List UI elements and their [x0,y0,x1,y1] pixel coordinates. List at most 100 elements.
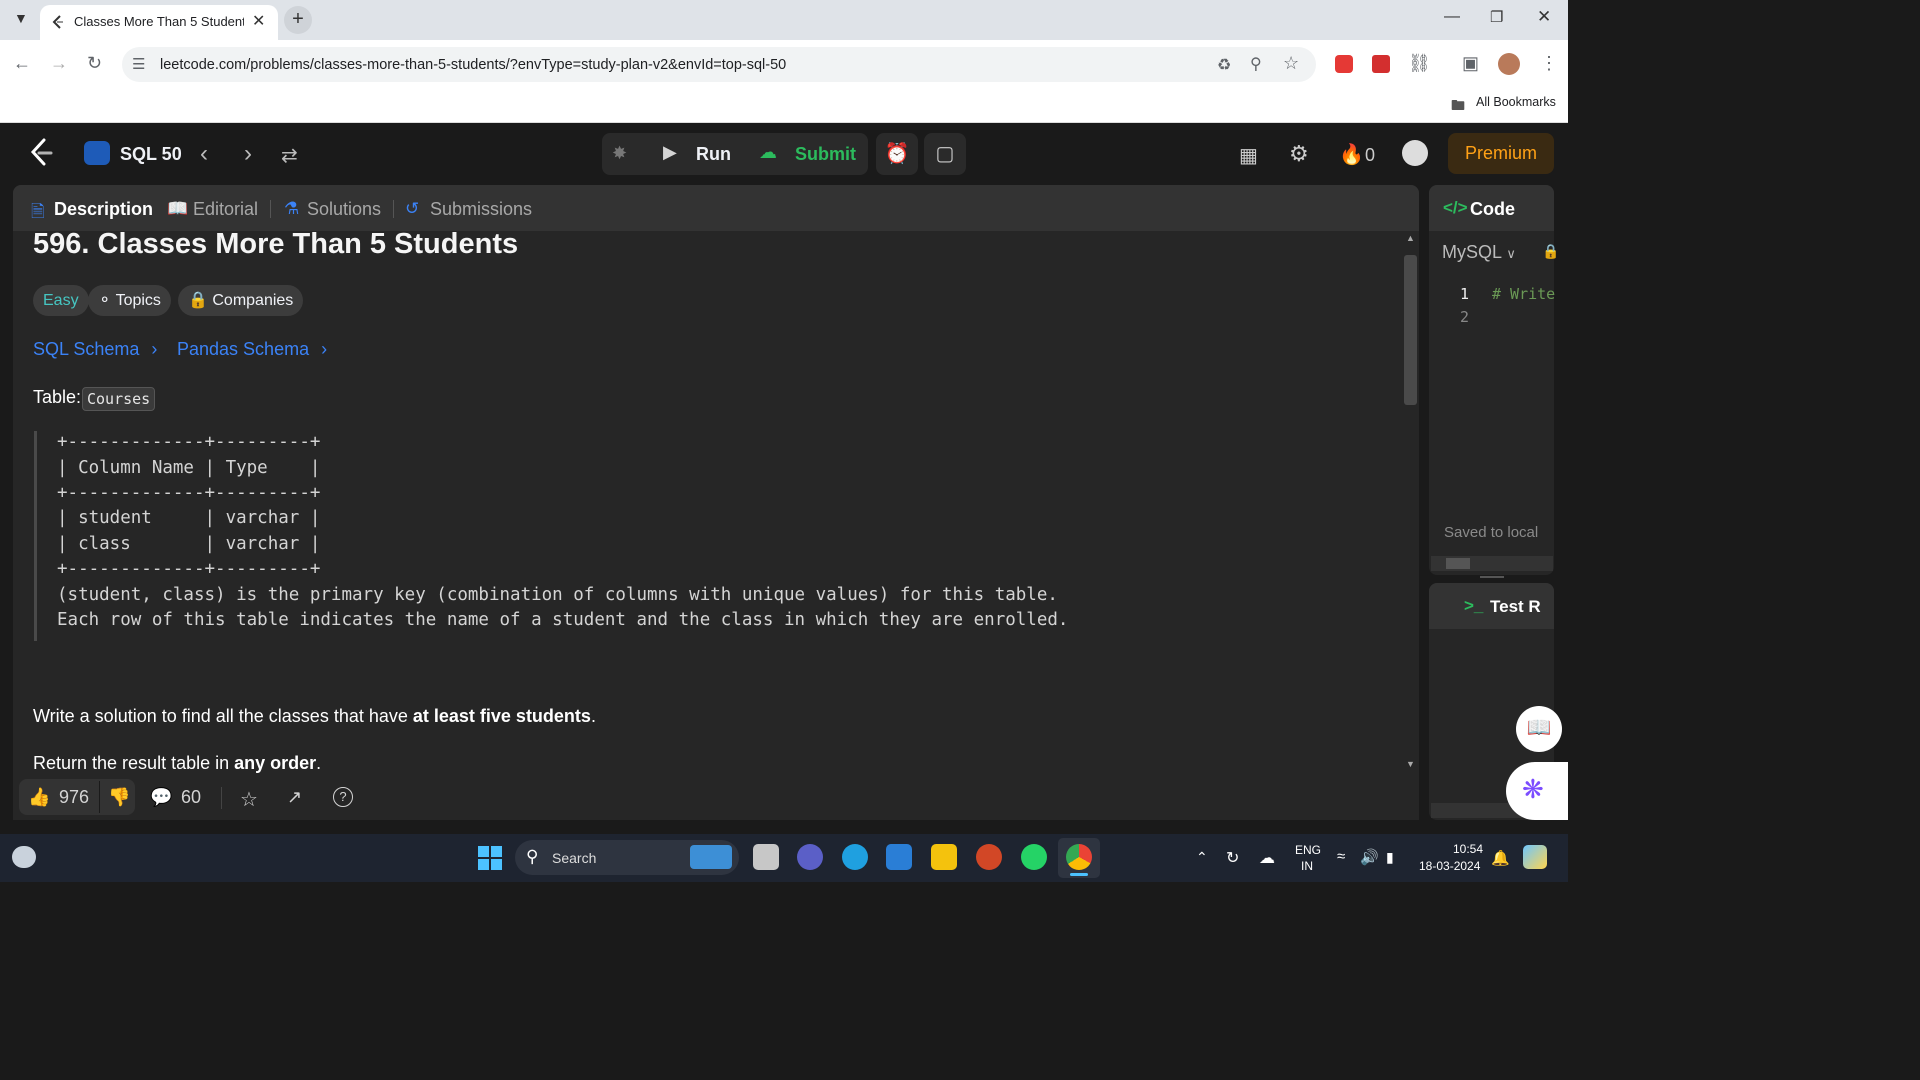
test-result-tab[interactable]: Test R [1490,597,1541,617]
topics-button[interactable]: ⚬ Topics [88,285,171,316]
favorite-star-icon[interactable]: ☆ [240,787,258,812]
problem-title: 596. Classes More Than 5 Students [33,228,519,260]
folder-icon: 🖿 [1451,97,1465,113]
chevron-down-icon: ∨ [1506,246,1516,261]
tab-search-icon[interactable]: ▼ [14,10,28,26]
run-button[interactable]: ▶ Run [646,135,742,173]
side-panel-icon[interactable]: ▣ [1462,53,1479,74]
back-icon[interactable]: ← [13,53,31,74]
thumbs-up-icon[interactable]: 👍 [28,787,50,808]
ai-assistant-button[interactable]: ❋ [1506,762,1568,820]
clock-time[interactable]: 10:54 [1453,842,1483,856]
restore-icon[interactable]: ❐ [1490,8,1503,26]
copilot-icon[interactable] [1523,845,1547,869]
tab-description[interactable]: Description [54,199,153,220]
share-icon[interactable]: ↗ [287,787,302,808]
table-label: Table: [33,387,82,407]
notification-bell-icon[interactable]: 🔔 [1491,849,1510,867]
code-hscroll-thumb[interactable] [1446,558,1470,569]
language-indicator-bottom[interactable]: IN [1301,859,1313,873]
statement-bold: any order [234,753,317,773]
leetcode-logo-icon[interactable] [28,138,54,173]
forward-icon[interactable]: → [50,53,68,74]
user-avatar[interactable] [1402,140,1428,166]
resize-handle[interactable] [1480,576,1504,578]
store-icon[interactable] [886,844,912,870]
code-comment[interactable]: # Write [1492,285,1555,303]
companies-button[interactable]: 🔒 Companies [178,285,304,316]
lock-icon: 🔒 [1542,243,1560,259]
bookmark-star-icon[interactable]: ☆ [1283,53,1299,74]
battery-icon[interactable]: ▮ [1386,849,1394,866]
premium-button[interactable]: Premium [1448,133,1554,174]
new-tab-button[interactable]: + [284,6,312,34]
notes-icon[interactable]: ▢ [924,133,966,175]
volume-icon[interactable]: 🔊 [1360,848,1379,866]
submissions-history-icon: ↺ [405,199,420,218]
reader-book-icon[interactable]: 📖 [1516,706,1562,752]
reload-icon[interactable]: ↻ [87,53,102,74]
bookmarks-bar [0,90,1568,123]
shuffle-icon[interactable]: ⇄ [281,143,298,168]
thumbs-down-icon[interactable]: 👎 [108,787,130,808]
study-plan-title[interactable]: SQL 50 [120,144,182,165]
all-bookmarks-label[interactable]: All Bookmarks [1476,95,1556,109]
menu-kebab-icon[interactable]: ⋮ [1540,53,1558,74]
pandas-schema-link[interactable]: Pandas Schema › [177,339,327,360]
topics-label: Topics [115,292,161,309]
extension-icon[interactable] [1372,55,1390,73]
next-problem-icon[interactable]: › [244,140,252,168]
layout-grid-icon[interactable]: ▦ [1239,143,1258,168]
wifi-icon[interactable]: ≈ [1337,848,1345,865]
language-select[interactable]: MySQL ∨ [1442,242,1516,263]
likes-count: 976 [59,787,90,807]
tab-divider [393,200,394,218]
settings-gear-icon[interactable]: ⚙ [1289,141,1309,167]
teams-icon[interactable] [797,844,823,870]
tab-editorial[interactable]: Editorial [193,199,258,220]
close-window-icon[interactable]: ✕ [1537,7,1551,27]
scroll-down-icon[interactable]: ▼ [1406,759,1415,769]
scrollbar-thumb[interactable] [1404,255,1417,405]
url-text[interactable]: leetcode.com/problems/classes-more-than-… [160,57,786,73]
weather-icon[interactable] [12,846,36,868]
whatsapp-icon[interactable] [1021,844,1047,870]
schema-line: (student, class) is the primary key (com… [57,585,1058,605]
translate-icon[interactable]: ♻ [1217,55,1231,75]
prev-problem-icon[interactable]: ‹ [200,140,208,168]
taskbar-search-label: Search [552,850,597,866]
clock-date[interactable]: 18-03-2024 [1419,859,1480,873]
submit-button[interactable]: ☁ Submit [745,135,865,173]
zoom-icon[interactable]: ⚲ [1250,54,1262,74]
profile-avatar[interactable] [1498,53,1520,75]
schema-line: | Column Name | Type | [57,458,321,478]
tab-solutions[interactable]: Solutions [307,199,381,220]
minimize-icon[interactable]: — [1444,8,1460,26]
chevron-up-icon[interactable]: ⌃ [1196,849,1208,866]
tab-submissions[interactable]: Submissions [430,199,532,220]
file-explorer-icon[interactable] [931,844,957,870]
scroll-up-icon[interactable]: ▲ [1406,233,1415,243]
powerpoint-icon[interactable] [976,844,1002,870]
browser-tab[interactable]: Classes More Than 5 Students - ✕ [40,5,278,40]
tab-close-icon[interactable]: ✕ [252,11,265,31]
edge-icon[interactable] [842,844,868,870]
help-icon[interactable]: ? [333,787,353,807]
sql-schema-link[interactable]: SQL Schema › [33,339,157,360]
timer-icon[interactable]: ⏰ [876,133,918,175]
chrome-icon[interactable] [1066,844,1092,870]
site-settings-icon[interactable]: ☰ [132,55,145,73]
windows-start-icon[interactable] [478,846,502,875]
debug-icon[interactable]: ✸ [612,143,627,164]
extension-icon[interactable] [1335,55,1353,73]
schema-line: | class | varchar | [57,534,321,554]
onedrive-cloud-icon[interactable]: ☁ [1259,848,1275,868]
language-indicator-top[interactable]: ENG [1295,843,1321,857]
task-view-icon[interactable] [753,844,779,870]
difficulty-badge: Easy [33,285,89,316]
extensions-puzzle-icon[interactable]: ⛓ [1408,53,1431,74]
streak-flame-icon[interactable]: 🔥 [1339,142,1364,167]
description-footer [13,775,1419,820]
sync-icon[interactable]: ↻ [1226,848,1239,868]
comment-icon[interactable]: 💬 [150,787,172,808]
